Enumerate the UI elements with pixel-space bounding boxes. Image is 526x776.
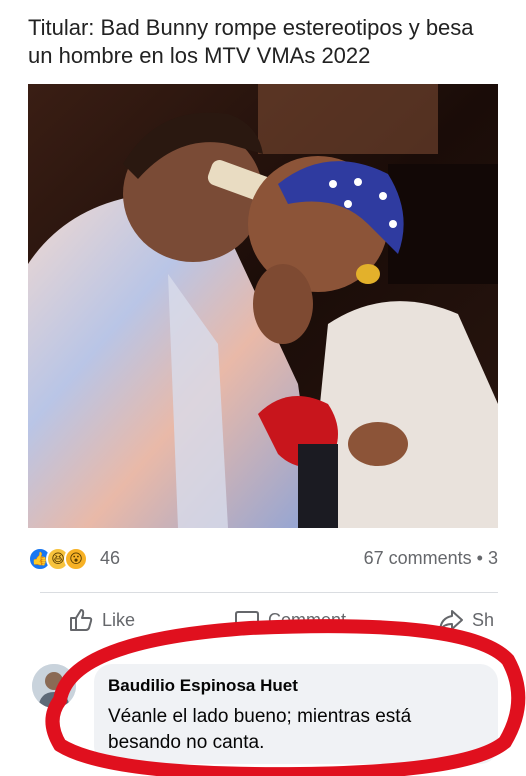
comment-bubble-icon xyxy=(235,611,259,631)
thumbs-up-icon xyxy=(70,609,93,631)
headline-text: Titular: Bad Bunny rompe estereotipos y … xyxy=(28,15,474,68)
share-button[interactable]: Sh xyxy=(438,606,494,634)
reaction-count[interactable]: 46 xyxy=(100,548,120,569)
like-button[interactable]: Like xyxy=(68,606,135,634)
divider xyxy=(40,592,498,593)
comment: Baudilio Espinosa Huet Véanle el lado bu… xyxy=(28,656,498,764)
comment-button[interactable]: Comment xyxy=(234,606,346,634)
share-label: Sh xyxy=(472,609,495,630)
comment-label: Comment xyxy=(268,609,347,630)
like-label: Like xyxy=(102,609,136,630)
comments-count[interactable]: 67 comments • 3 xyxy=(364,548,498,569)
comment-text: Véanle el lado bueno; mientras está besa… xyxy=(108,706,412,753)
post-photo[interactable] xyxy=(28,84,498,528)
kiss-photo-illustration xyxy=(28,84,498,528)
comment-bubble: Baudilio Espinosa Huet Véanle el lado bu… xyxy=(94,664,498,764)
avatar-image xyxy=(32,664,76,708)
reaction-icons[interactable]: 👍 😆 😮 xyxy=(28,547,100,571)
comment-author[interactable]: Baudilio Espinosa Huet xyxy=(108,676,298,696)
post-actions: Like Comment Sh xyxy=(28,600,498,640)
share-arrow-icon xyxy=(439,610,463,631)
avatar[interactable] xyxy=(32,664,76,708)
reactions-bar: 👍 😆 😮 46 67 comments • 3 xyxy=(28,545,498,573)
wow-icon: 😮 xyxy=(64,547,88,571)
